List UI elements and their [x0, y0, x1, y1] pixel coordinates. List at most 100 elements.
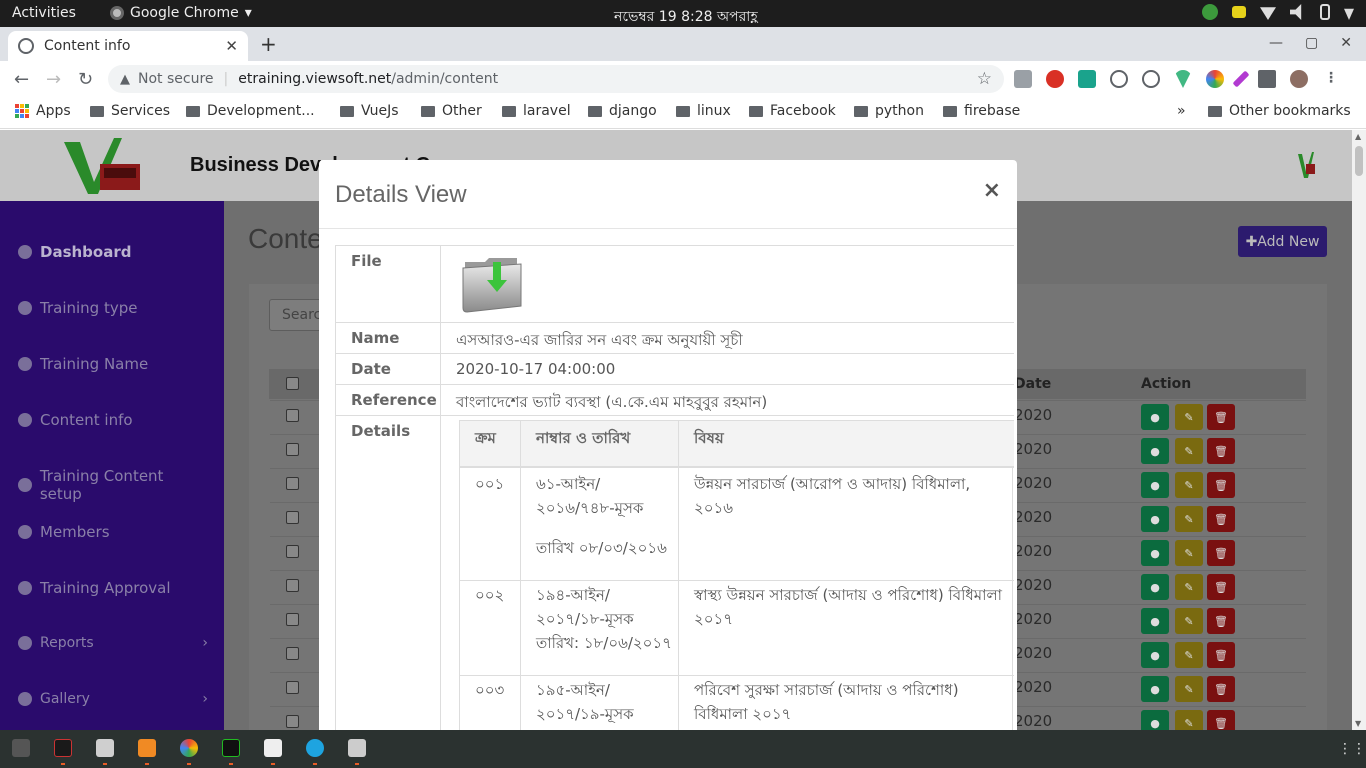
delete-button[interactable]: 🗑	[1207, 574, 1235, 600]
row-checkbox[interactable]	[286, 409, 299, 422]
download-folder-icon[interactable]	[461, 254, 525, 314]
bookmark-folder[interactable]: python	[854, 103, 924, 119]
back-button[interactable]: ←	[14, 69, 29, 90]
bookmark-folder[interactable]: Services	[90, 103, 170, 119]
edit-button[interactable]: ✎	[1175, 642, 1203, 668]
battery-icon[interactable]	[1320, 4, 1330, 20]
view-button[interactable]: ●	[1141, 438, 1169, 464]
devtools-extension-icon[interactable]	[1142, 70, 1160, 88]
warning-icon[interactable]: ▲	[120, 72, 130, 87]
view-button[interactable]: ●	[1141, 404, 1169, 430]
minimize-button[interactable]: —	[1269, 35, 1283, 51]
clock[interactable]: নভেম্বর 19 8:28 অপরাহ্ণ	[614, 5, 758, 29]
edit-button[interactable]: ✎	[1175, 710, 1203, 730]
camera-icon[interactable]	[1014, 70, 1032, 88]
row-checkbox[interactable]	[286, 715, 299, 728]
bookmark-apps[interactable]: Apps	[15, 103, 71, 119]
row-checkbox[interactable]	[286, 681, 299, 694]
delete-button[interactable]: 🗑	[1207, 642, 1235, 668]
delete-button[interactable]: 🗑	[1207, 404, 1235, 430]
tab-content-info[interactable]: Content info ✕	[8, 31, 248, 61]
other-bookmarks-folder[interactable]: Other bookmarks	[1208, 103, 1351, 119]
edit-button[interactable]: ✎	[1175, 438, 1203, 464]
edit-button[interactable]: ✎	[1175, 472, 1203, 498]
row-checkbox[interactable]	[286, 545, 299, 558]
row-checkbox[interactable]	[286, 613, 299, 626]
bookmark-folder[interactable]: Other	[421, 103, 482, 119]
pen-extension-icon[interactable]	[1232, 70, 1250, 88]
bookmark-folder[interactable]: firebase	[943, 103, 1020, 119]
bookmark-star-icon[interactable]: ☆	[977, 69, 992, 89]
reload-button[interactable]: ↻	[78, 69, 93, 90]
image-viewer-icon[interactable]	[348, 739, 366, 757]
close-window-button[interactable]: ✕	[1340, 35, 1352, 51]
bookmark-folder[interactable]: linux	[676, 103, 731, 119]
edit-button[interactable]: ✎	[1175, 574, 1203, 600]
row-checkbox[interactable]	[286, 443, 299, 456]
terminal-icon[interactable]	[12, 739, 30, 757]
skype-icon[interactable]	[306, 739, 324, 757]
row-checkbox[interactable]	[286, 647, 299, 660]
view-button[interactable]: ●	[1141, 676, 1169, 702]
wifi-icon[interactable]	[1260, 7, 1276, 20]
activities-button[interactable]: Activities	[12, 5, 76, 21]
edit-button[interactable]: ✎	[1175, 404, 1203, 430]
delete-button[interactable]: 🗑	[1207, 438, 1235, 464]
user-avatar[interactable]	[1296, 150, 1316, 180]
select-all-checkbox[interactable]	[286, 377, 299, 390]
move-extension-icon[interactable]	[1110, 70, 1128, 88]
delete-button[interactable]: 🗑	[1207, 676, 1235, 702]
view-button[interactable]: ●	[1141, 574, 1169, 600]
bookmark-folder[interactable]: VueJs	[340, 103, 399, 119]
bookmark-folder[interactable]: Facebook	[749, 103, 836, 119]
sidebar-item-gallery[interactable]: Gallery ›	[18, 691, 208, 707]
sidebar-item-reports[interactable]: Reports ›	[18, 635, 208, 651]
bookmark-folder[interactable]: Development...	[186, 103, 315, 119]
view-button[interactable]: ●	[1141, 472, 1169, 498]
bookmark-folder[interactable]: django	[588, 103, 657, 119]
scroll-up-icon[interactable]: ▲	[1355, 132, 1361, 141]
color-extension-icon[interactable]	[1206, 70, 1224, 88]
address-bar[interactable]: ▲ Not secure | etraining.viewsoft.net/ad…	[108, 65, 1004, 93]
edit-button[interactable]: ✎	[1175, 506, 1203, 532]
view-button[interactable]: ●	[1141, 608, 1169, 634]
text-editor-icon[interactable]	[264, 739, 282, 757]
bookmarks-overflow-button[interactable]: »	[1177, 103, 1186, 119]
scrollbar-thumb[interactable]	[1355, 146, 1363, 176]
vue-devtools-icon[interactable]	[1174, 70, 1192, 88]
sidebar-item-training-type[interactable]: Training type	[18, 299, 208, 317]
mail-extension-icon[interactable]	[1078, 70, 1096, 88]
terminal-app-icon[interactable]	[54, 739, 72, 757]
sidebar-item-members[interactable]: Members	[18, 523, 208, 541]
chrome-icon[interactable]	[180, 739, 198, 757]
delete-button[interactable]: 🗑	[1207, 540, 1235, 566]
new-tab-button[interactable]: +	[260, 32, 277, 56]
row-checkbox[interactable]	[286, 579, 299, 592]
forward-button[interactable]: →	[46, 69, 61, 90]
delete-button[interactable]: 🗑	[1207, 710, 1235, 730]
security-label[interactable]: Not secure	[138, 71, 214, 87]
scroll-down-icon[interactable]: ▼	[1355, 719, 1361, 728]
modal-close-button[interactable]: ×	[983, 178, 1001, 203]
row-checkbox[interactable]	[286, 477, 299, 490]
sidebar-item-training-name[interactable]: Training Name	[18, 355, 208, 373]
edit-button[interactable]: ✎	[1175, 540, 1203, 566]
view-button[interactable]: ●	[1141, 642, 1169, 668]
maximize-button[interactable]: ▢	[1305, 35, 1318, 51]
system-tray[interactable]	[1202, 4, 1354, 20]
adblock-icon[interactable]	[1046, 70, 1064, 88]
notes-icon[interactable]	[1232, 6, 1246, 18]
page-scrollbar[interactable]: ▲ ▼	[1352, 130, 1366, 730]
row-checkbox[interactable]	[286, 511, 299, 524]
delete-button[interactable]: 🗑	[1207, 506, 1235, 532]
files-icon[interactable]	[96, 739, 114, 757]
update-icon[interactable]	[1202, 4, 1218, 20]
sidebar-item-training-content-setup[interactable]: Training Content setup	[18, 467, 208, 503]
view-button[interactable]: ●	[1141, 506, 1169, 532]
show-applications-icon[interactable]: ⋮⋮⋮	[1338, 741, 1366, 757]
app-menu[interactable]: Google Chrome ▾	[110, 5, 252, 21]
sublime-icon[interactable]	[138, 739, 156, 757]
delete-button[interactable]: 🗑	[1207, 472, 1235, 498]
sidebar-item-training-approval[interactable]: Training Approval	[18, 579, 208, 597]
sidebar-item-content-info[interactable]: Content info	[18, 411, 208, 429]
